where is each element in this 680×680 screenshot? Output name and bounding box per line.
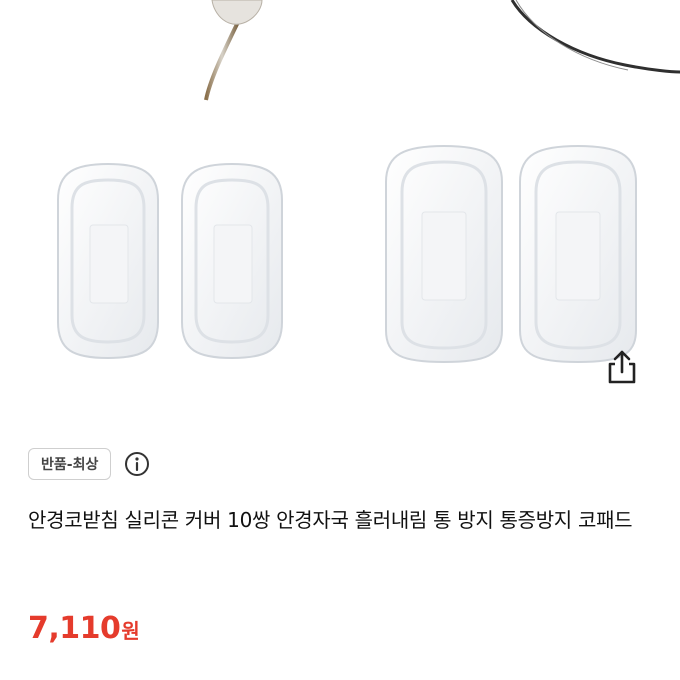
product-price: 7,110 원 [28, 611, 140, 646]
product-title: 안경코받침 실리콘 커버 10쌍 안경자국 흘러내림 통 방지 통증방지 코패드 [28, 508, 633, 532]
info-icon [125, 452, 150, 476]
info-button[interactable] [123, 450, 151, 478]
price-value: 7,110 [28, 611, 121, 646]
nose-pad-image [385, 144, 503, 364]
condition-row: 반품-최상 [28, 446, 151, 482]
nose-pad-image [519, 144, 637, 364]
price-currency: 원 [121, 619, 140, 643]
nose-pad-image [181, 162, 283, 360]
share-icon [608, 350, 636, 384]
product-image[interactable] [0, 0, 680, 400]
share-button[interactable] [600, 345, 644, 389]
nose-pad-image [57, 162, 159, 360]
condition-badge: 반품-최상 [28, 448, 112, 480]
